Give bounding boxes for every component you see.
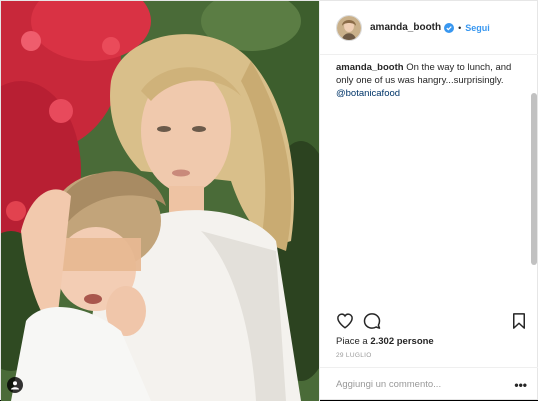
instagram-post: amanda_booth • Segui amanda_booth On the… (0, 0, 538, 401)
follow-button[interactable]: Segui (465, 23, 490, 33)
avatar[interactable] (336, 14, 362, 41)
caption-mention-link[interactable]: @botanicafood (336, 87, 514, 100)
verified-badge-icon (444, 22, 455, 33)
header-separator: • (458, 22, 462, 33)
caption: amanda_booth On the way to lunch, and on… (320, 55, 530, 305)
likes-suffix: persone (396, 336, 434, 347)
action-bar (336, 312, 528, 332)
heart-icon[interactable] (336, 312, 354, 330)
user-tag-icon[interactable] (7, 377, 23, 393)
caption-username[interactable]: amanda_booth (336, 62, 404, 73)
header-username[interactable]: amanda_booth (370, 22, 441, 33)
more-options-icon[interactable]: ••• (514, 378, 527, 392)
post-sidebar: amanda_booth • Segui amanda_booth On the… (319, 1, 538, 401)
post-image (1, 1, 319, 401)
likes-summary[interactable]: Piace a 2.302 persone (336, 336, 434, 347)
scrollbar-thumb[interactable] (531, 93, 537, 265)
comment-icon[interactable] (363, 312, 381, 330)
bookmark-icon[interactable] (510, 312, 528, 330)
comment-input[interactable] (336, 379, 515, 390)
post-date[interactable]: 29 LUGLIO (336, 352, 372, 359)
comment-bar: ••• (320, 367, 538, 401)
post-photo[interactable] (1, 1, 319, 401)
post-header: amanda_booth • Segui (320, 1, 538, 55)
likes-prefix: Piace a (336, 336, 368, 347)
likes-count: 2.302 (370, 336, 395, 347)
caption-scrollbar[interactable] (531, 57, 537, 302)
